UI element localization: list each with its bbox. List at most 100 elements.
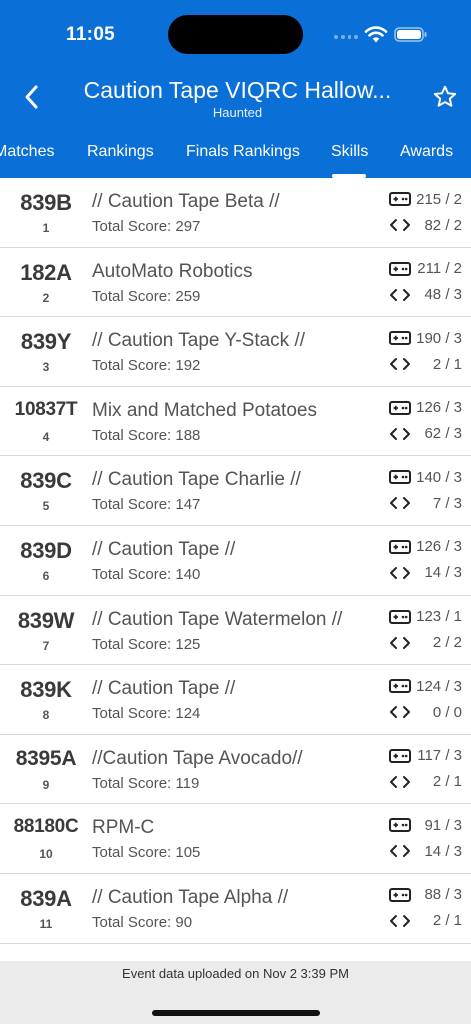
tab-matches[interactable]: Matches	[0, 143, 54, 161]
cellular-signal-icon	[334, 33, 358, 41]
team-number: 182A	[20, 259, 72, 285]
total-score: Total Score: 147	[92, 496, 201, 514]
total-score: Total Score: 125	[92, 635, 201, 653]
programming-skills: 14 / 3	[388, 842, 462, 860]
team-name: //Caution Tape Avocado//	[92, 747, 303, 769]
skills-list[interactable]: 839B 1 // Caution Tape Beta // Total Sco…	[0, 178, 471, 961]
team-name: // Caution Tape Watermelon //	[92, 608, 343, 630]
programming-score: 2 / 1	[432, 773, 462, 791]
team-row[interactable]: 839A 11 // Caution Tape Alpha // Total S…	[0, 874, 471, 944]
driver-skills: 88 / 3	[388, 886, 462, 904]
home-indicator[interactable]	[152, 1010, 320, 1016]
programming-skills: 7 / 3	[388, 494, 462, 512]
code-brackets-icon	[388, 217, 412, 233]
team-rank: 5	[42, 499, 50, 514]
total-score: Total Score: 124	[92, 705, 201, 723]
gamepad-icon	[388, 539, 412, 555]
team-name: // Caution Tape Charlie //	[92, 469, 301, 491]
team-number: 8395A	[15, 746, 77, 770]
driver-skills: 190 / 3	[388, 329, 462, 347]
programming-skills: 2 / 1	[388, 355, 462, 373]
gamepad-icon	[388, 191, 412, 207]
skills-screen: 11:05 Caution Tape VIQRC Hallow... Haunt…	[0, 0, 471, 1024]
team-rank: 9	[42, 777, 50, 792]
team-row[interactable]: 839D 6 // Caution Tape // Total Score: 1…	[0, 526, 471, 596]
chevron-left-icon	[25, 85, 38, 109]
team-rank: 10	[39, 847, 53, 862]
programming-skills: 2 / 1	[388, 773, 462, 791]
team-row[interactable]: 182A 2 AutoMato Robotics Total Score: 25…	[0, 248, 471, 318]
team-row[interactable]: 839K 8 // Caution Tape // Total Score: 1…	[0, 665, 471, 735]
team-row[interactable]: 8395A 9 //Caution Tape Avocado// Total S…	[0, 735, 471, 805]
team-row[interactable]: 839W 7 // Caution Tape Watermelon // Tot…	[0, 596, 471, 666]
team-rank: 11	[39, 916, 53, 931]
team-row[interactable]: 839C 5 // Caution Tape Charlie // Total …	[0, 456, 471, 526]
team-number: 839D	[20, 537, 72, 563]
programming-score: 0 / 0	[432, 703, 462, 721]
footer: Event data uploaded on Nov 2 3:39 PM	[0, 961, 471, 1024]
gamepad-icon	[388, 261, 412, 277]
tab-bar: Matches Rankings Finals Rankings Skills …	[0, 140, 471, 178]
team-name: // Caution Tape Alpha //	[92, 886, 289, 908]
status-bar: 11:05	[0, 0, 471, 70]
driver-score: 215 / 2	[416, 190, 462, 208]
team-row[interactable]: 839B 1 // Caution Tape Beta // Total Sco…	[0, 178, 471, 248]
driver-score: 91 / 3	[424, 816, 462, 834]
code-brackets-icon	[388, 495, 412, 511]
team-name: // Caution Tape //	[92, 678, 236, 700]
programming-skills: 14 / 3	[388, 564, 462, 582]
team-row[interactable]: 88180C 10 RPM-C Total Score: 105 91 / 3 …	[0, 804, 471, 874]
programming-skills: 2 / 1	[388, 912, 462, 930]
tab-skills[interactable]: Skills	[331, 143, 368, 161]
total-score: Total Score: 119	[92, 774, 200, 792]
tab-finals-rankings[interactable]: Finals Rankings	[186, 143, 300, 161]
programming-skills: 0 / 0	[388, 703, 462, 721]
battery-icon	[394, 27, 427, 42]
code-brackets-icon	[388, 843, 412, 859]
tab-rankings[interactable]: Rankings	[87, 143, 154, 161]
team-number: 839A	[20, 885, 72, 911]
tab-awards[interactable]: Awards	[400, 143, 453, 161]
dynamic-island	[168, 15, 303, 54]
page-title: Caution Tape VIQRC Hallow...	[83, 77, 392, 103]
team-number: 839B	[20, 190, 72, 215]
gamepad-icon	[388, 817, 412, 833]
team-rank: 4	[42, 429, 50, 444]
driver-skills: 123 / 1	[388, 608, 462, 626]
team-number: 839Y	[20, 329, 72, 355]
team-row[interactable]: 839Y 3 // Caution Tape Y-Stack // Total …	[0, 317, 471, 387]
total-score: Total Score: 297	[92, 218, 201, 235]
driver-score: 211 / 2	[417, 260, 462, 278]
programming-skills: 82 / 2	[388, 216, 462, 234]
driver-skills: 117 / 3	[388, 747, 462, 765]
gamepad-icon	[388, 609, 412, 625]
team-row[interactable]: 10837T 4 Mix and Matched Potatoes Total …	[0, 387, 471, 457]
gamepad-icon	[388, 469, 412, 485]
upload-info: Event data uploaded on Nov 2 3:39 PM	[122, 966, 349, 981]
driver-skills: 124 / 3	[388, 677, 462, 695]
header: 11:05 Caution Tape VIQRC Hallow... Haunt…	[0, 0, 471, 178]
code-brackets-icon	[388, 913, 412, 929]
star-outline-icon[interactable]	[432, 84, 458, 110]
team-name: Mix and Matched Potatoes	[92, 399, 317, 421]
total-score: Total Score: 140	[92, 565, 201, 583]
driver-skills: 215 / 2	[388, 190, 462, 208]
back-button[interactable]	[18, 82, 44, 112]
team-name: RPM-C	[92, 817, 155, 839]
programming-skills: 62 / 3	[388, 425, 462, 443]
team-number: 839W	[17, 607, 75, 633]
team-name: // Caution Tape Y-Stack //	[92, 330, 306, 352]
driver-skills: 140 / 3	[388, 468, 462, 486]
gamepad-icon	[388, 400, 412, 416]
team-name: // Caution Tape //	[92, 538, 236, 560]
code-brackets-icon	[388, 774, 412, 790]
team-name: AutoMato Robotics	[92, 260, 253, 282]
gamepad-icon	[388, 330, 412, 346]
programming-score: 7 / 3	[432, 494, 462, 512]
total-score: Total Score: 192	[92, 357, 201, 375]
team-number: 839K	[20, 677, 72, 703]
total-score: Total Score: 90	[92, 913, 193, 931]
total-score: Total Score: 105	[92, 844, 201, 862]
programming-score: 62 / 3	[424, 425, 462, 443]
driver-score: 124 / 3	[416, 677, 462, 695]
